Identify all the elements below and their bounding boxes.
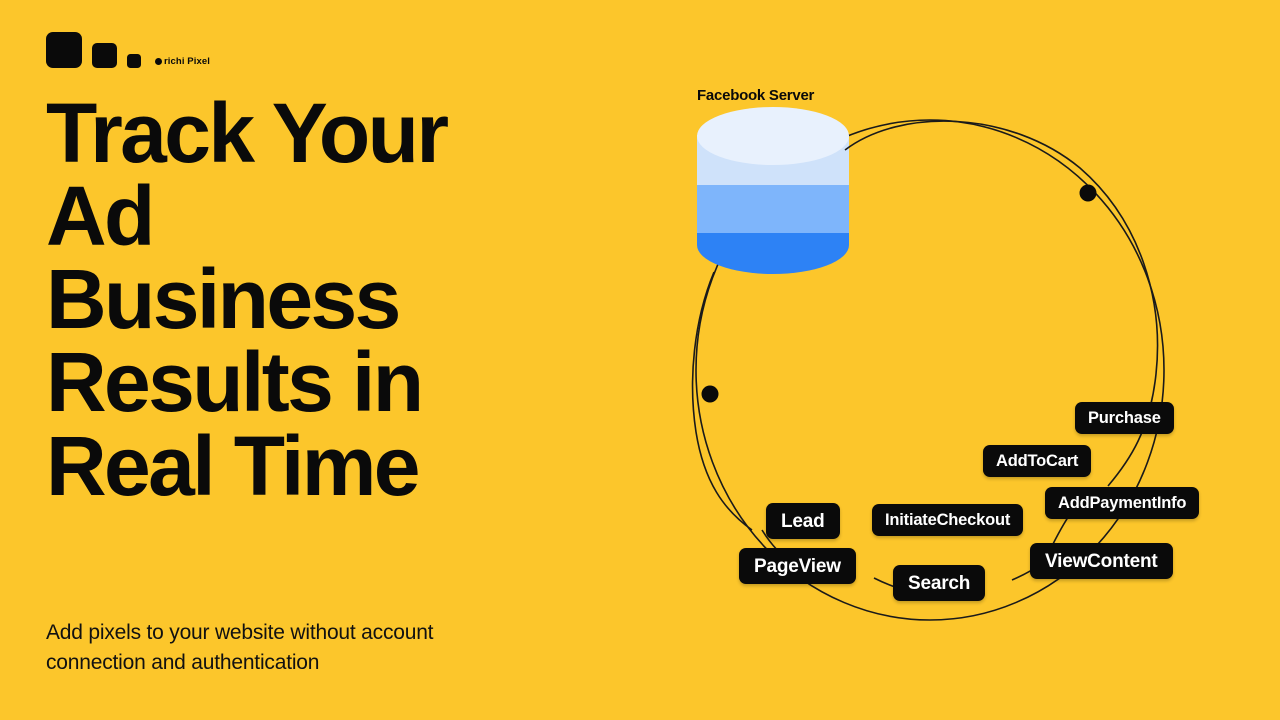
headline-line-1: Track Your — [46, 86, 449, 180]
event-tag-purchase[interactable]: Purchase — [1075, 402, 1174, 434]
subtitle-line-2: connection and authentication — [46, 651, 320, 675]
server-label: Facebook Server — [697, 87, 815, 104]
event-tag-pageview[interactable]: PageView — [739, 548, 856, 584]
brand-name: richi Pixel — [164, 56, 210, 67]
page-subtitle: Add pixels to your website without accou… — [46, 618, 566, 679]
cylinder-top-cap — [697, 107, 849, 165]
headline-line-4: Results in — [46, 335, 424, 430]
headline-line-5: Real Time — [46, 418, 421, 513]
hero-banner: richi Pixel Track Your Ad Business Resul… — [0, 0, 1280, 720]
connector-lead — [691, 271, 753, 531]
facebook-server-cylinder — [697, 107, 849, 274]
bullet-dot-icon — [155, 58, 162, 65]
event-tag-initiatecheckout[interactable]: InitiateCheckout — [872, 504, 1024, 536]
headline-line-3: Business — [46, 252, 401, 347]
pixel-event-diagram: Facebook Server Purchase AddToCart AddPa… — [640, 0, 1280, 720]
logo-square-medium-icon — [92, 43, 117, 68]
event-tag-search[interactable]: Search — [893, 565, 986, 601]
headline-line-2: Ad — [46, 169, 155, 264]
logo-square-small-icon — [127, 54, 141, 68]
event-tag-addpaymentinfo[interactable]: AddPaymentInfo — [1045, 487, 1200, 519]
orbit-node-top-right — [1079, 184, 1097, 202]
brand-wordmark: richi Pixel — [155, 56, 210, 67]
brand-logo[interactable]: richi Pixel — [46, 28, 210, 68]
event-tag-lead[interactable]: Lead — [766, 503, 840, 539]
page-title: Track Your Ad Business Results in Real T… — [46, 86, 586, 513]
subtitle-line-1: Add pixels to your website without accou… — [46, 621, 434, 644]
event-tag-viewcontent[interactable]: ViewContent — [1030, 543, 1173, 579]
logo-square-large-icon — [46, 32, 82, 68]
orbit-node-left — [701, 385, 719, 403]
event-tag-addtocart[interactable]: AddToCart — [983, 445, 1092, 477]
